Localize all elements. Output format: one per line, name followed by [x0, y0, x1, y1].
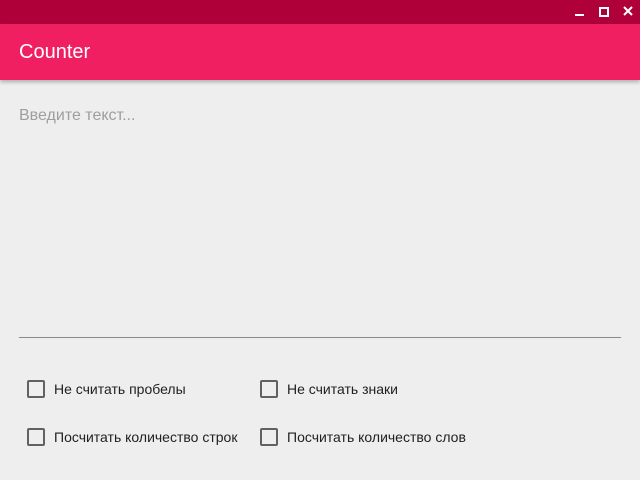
checkbox-box[interactable]: [27, 380, 45, 398]
checkbox-label: Не считать знаки: [287, 381, 398, 397]
app-bar: Counter: [0, 24, 640, 80]
checkbox-label: Не считать пробелы: [54, 381, 186, 397]
checkbox-box[interactable]: [260, 380, 278, 398]
text-input-underline: [19, 337, 621, 338]
ignore-spaces-checkbox[interactable]: Не считать пробелы: [27, 377, 186, 401]
count-words-checkbox[interactable]: Посчитать количество слов: [260, 425, 466, 449]
minimize-icon: [575, 14, 584, 16]
close-icon: [623, 6, 633, 16]
app-title: Counter: [19, 41, 91, 63]
text-input[interactable]: [19, 100, 621, 336]
minimize-button[interactable]: [568, 0, 592, 24]
checkbox-box[interactable]: [260, 428, 278, 446]
count-lines-checkbox[interactable]: Посчитать количество строк: [27, 425, 237, 449]
app-window: Counter Не считать пробелы Не считать зн…: [0, 0, 640, 480]
close-button[interactable]: [616, 0, 640, 24]
checkbox-label: Посчитать количество слов: [287, 429, 466, 445]
window-titlebar: [0, 0, 640, 24]
ignore-punctuation-checkbox[interactable]: Не считать знаки: [260, 377, 398, 401]
checkbox-box[interactable]: [27, 428, 45, 446]
maximize-icon: [599, 7, 609, 17]
maximize-button[interactable]: [592, 0, 616, 24]
checkbox-label: Посчитать количество строк: [54, 429, 238, 445]
